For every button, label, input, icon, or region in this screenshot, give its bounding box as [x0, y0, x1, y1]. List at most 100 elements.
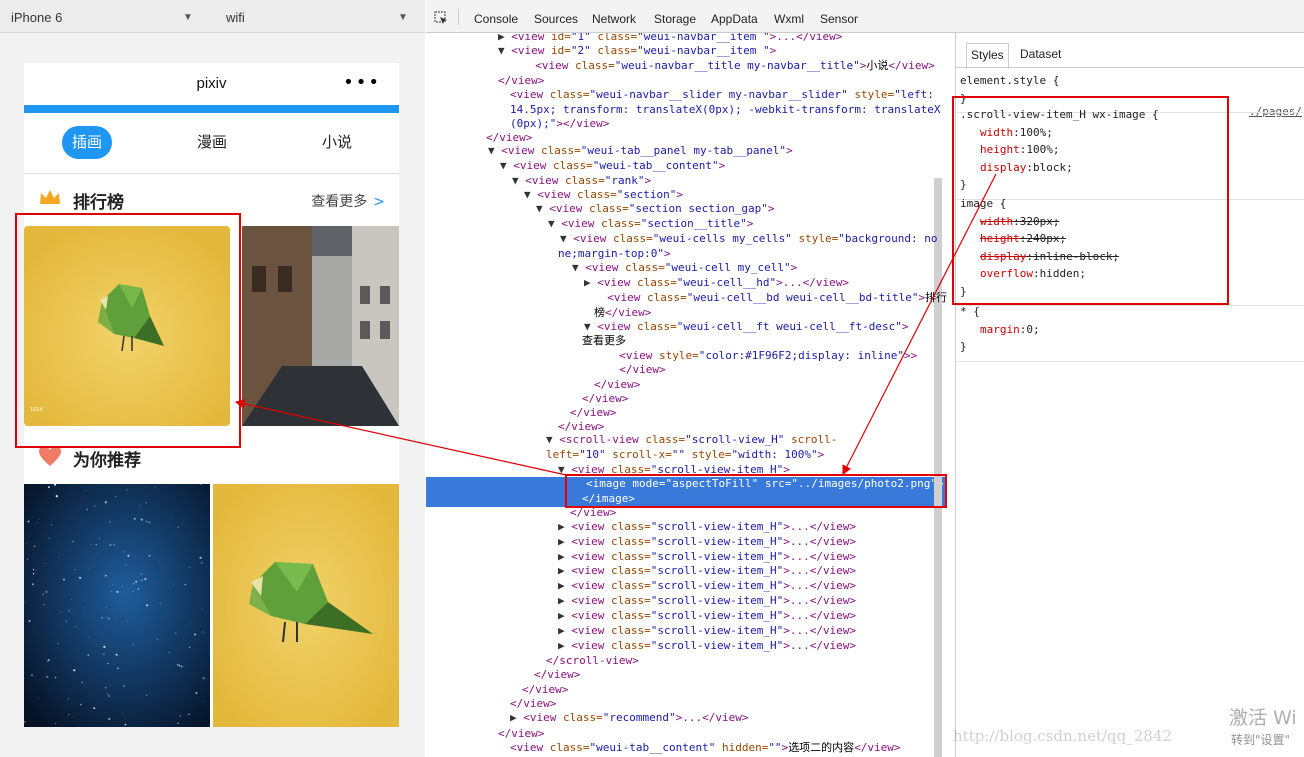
css-selector: } [960, 284, 967, 298]
css-declaration: display:inline-block; [980, 249, 1120, 263]
tab-wxml[interactable]: Wxml [774, 12, 804, 26]
css-declaration: width:320px; [980, 214, 1060, 228]
wxml-node-line[interactable]: <view style="color:#1F96F2;display: inli… [606, 349, 917, 364]
wxml-node-line[interactable]: ▶ <view class="scroll-view-item_H">...</… [558, 564, 856, 579]
recommend-image-space[interactable] [24, 484, 210, 727]
tab-network[interactable]: Network [592, 12, 636, 26]
cursor-select-icon[interactable] [434, 11, 448, 25]
chevron-down-icon: ▼ [398, 12, 408, 23]
wxml-node-line[interactable]: </view> [498, 727, 544, 742]
wxml-node-line[interactable]: ▼ <scroll-view class="scroll-view_H" scr… [546, 433, 837, 448]
tab-dataset[interactable]: Dataset [1016, 43, 1065, 67]
wxml-node-line[interactable]: </view> [534, 668, 580, 683]
tab-illustration[interactable]: 插画 [62, 126, 112, 159]
tab-console[interactable]: Console [474, 12, 518, 26]
wxml-node-line[interactable]: ▶ <view class="scroll-view-item_H">...</… [558, 535, 856, 550]
wxml-node-line[interactable]: 14.5px; transform: translateX(0px); -web… [510, 103, 940, 118]
wxml-node-line[interactable]: <view class="weui-navbar__title my-navba… [522, 59, 935, 74]
tab-sources[interactable]: Sources [534, 12, 578, 26]
css-selector: * { [960, 305, 980, 318]
crown-icon [40, 190, 60, 204]
wxml-node-line[interactable]: left="10" scroll-x="" style="width: 100%… [546, 448, 824, 463]
wxml-node-line[interactable]: </view> [570, 506, 616, 521]
tab-sensor[interactable]: Sensor [820, 12, 858, 26]
wxml-node-line[interactable]: ▶ <view class="scroll-view-item_H">...</… [558, 520, 856, 535]
rank-image-bird[interactable]: 1024 [24, 226, 230, 426]
wxml-node-line[interactable]: <view class="weui-tab__content" hidden="… [510, 741, 901, 756]
wxml-node-line[interactable]: ▼ <view class="scroll-view-item_H"> [558, 463, 790, 478]
rank-title: 排行榜 [73, 193, 124, 213]
tab-novel[interactable]: 小说 [312, 126, 362, 159]
tab-appdata[interactable]: AppData [711, 12, 758, 26]
wxml-node-line[interactable]: ▼ <view class="weui-cells my_cells" styl… [560, 232, 938, 247]
space-photo [24, 484, 210, 727]
css-selector: } [960, 178, 967, 191]
bird-illustration: 1024 [24, 226, 230, 426]
wxml-node-line[interactable]: ▼ <view class="section"> [524, 188, 683, 203]
wxml-node-line[interactable]: ▶ <view class="scroll-view-item_H">...</… [558, 609, 856, 624]
wxml-node-line[interactable]: ▼ <view id="2" class="weui-navbar__item … [498, 44, 776, 59]
see-more-link[interactable]: 查看更多 > [311, 191, 385, 211]
css-declaration: margin:0; [980, 322, 1040, 336]
css-rule[interactable]: * {margin:0;} [956, 301, 1304, 362]
elements-scrollbar[interactable] [934, 178, 942, 757]
wxml-node-line[interactable]: ▼ <view class="weui-tab__content"> [500, 159, 725, 174]
wxml-node-line[interactable]: (0px);"></view> [510, 117, 609, 132]
wxml-node-line[interactable]: </view> [570, 406, 616, 421]
wxml-node-line[interactable]: ne;margin-top:0"> [558, 247, 671, 262]
wxml-node-line[interactable]: </view> [606, 363, 665, 378]
wxml-node-line[interactable]: </view> [510, 697, 556, 712]
wxml-node-line[interactable]: ▼ <view class="section section_gap"> [536, 202, 774, 217]
device-select[interactable]: iPhone 6 ▼ [11, 0, 201, 33]
wxml-node-line[interactable]: </view> [522, 683, 568, 698]
wxml-node-line[interactable]: ▼ <view class="section__title"> [548, 217, 753, 232]
heart-icon [39, 446, 61, 466]
wxml-node-line[interactable]: ▼ <view class="weui-cell__ft weui-cell__… [584, 320, 909, 335]
css-selector: element.style { [960, 74, 1060, 87]
wxml-elements-panel[interactable]: <image mode="aspectToFill" src="../image… [426, 33, 954, 757]
wxml-node-line[interactable]: ▶ <view class="scroll-view-item_H">...</… [558, 624, 856, 639]
toolbar-divider [458, 9, 459, 25]
wxml-node-line[interactable]: </view> [498, 74, 544, 89]
simulator-toolbar: iPhone 6 ▼ wifi ▼ [0, 0, 425, 33]
wxml-node-line[interactable]: 查看更多 [582, 334, 626, 349]
css-declaration: height:100%; [980, 143, 1060, 156]
rank-image-street[interactable] [242, 226, 399, 426]
chevron-down-icon: ▼ [183, 12, 193, 23]
wxml-node-line[interactable]: </view> [594, 378, 640, 393]
tab-storage[interactable]: Storage [654, 12, 696, 26]
wxml-node-line[interactable]: ▼ <view class="weui-cell my_cell"> [572, 261, 797, 276]
styles-panel: Styles Dataset ./pages/ element.style {}… [955, 33, 1304, 757]
tab-styles[interactable]: Styles [966, 43, 1009, 69]
css-rule[interactable]: image {width:320px; height:240px; display:… [956, 193, 1304, 306]
wxml-node-line[interactable]: </scroll-view> [546, 654, 639, 669]
wxml-node-line[interactable]: ▶ <view class="scroll-view-item_H">...</… [558, 550, 856, 565]
css-declaration: display:block; [980, 160, 1073, 174]
css-declaration: height:240px; [980, 232, 1067, 245]
wxml-node-line[interactable]: ▼ <view class="rank"> [512, 174, 651, 189]
wxml-node-line[interactable]: ▼ <view class="weui-tab__panel my-tab__p… [488, 144, 793, 159]
css-selector: .scroll-view-item_H wx-image { [960, 108, 1159, 121]
network-select[interactable]: wifi ▼ [226, 0, 416, 33]
more-menu-icon[interactable]: ••• [343, 72, 381, 93]
navigation-bar: pixiv ••• [24, 63, 399, 105]
wxml-node-line[interactable]: <view class="weui-cell__bd weui-cell__bd… [594, 291, 947, 306]
wxml-node-line[interactable]: ▶ <view class="scroll-view-item_H">...</… [558, 639, 856, 654]
wxml-node-line[interactable]: <image mode="aspectToFill" src="../image… [586, 477, 944, 492]
wxml-node-line[interactable]: </image> [582, 492, 635, 507]
css-declaration: width:100%; [980, 125, 1053, 139]
css-rule[interactable]: .scroll-view-item_H wx-image { width:100%… [956, 104, 1304, 200]
wxml-node-line[interactable]: <view class="weui-navbar__slider my-navb… [510, 88, 934, 103]
wxml-node-line[interactable]: ▶ <view class="scroll-view-item_H">...</… [558, 579, 856, 594]
windows-activation-title: 激活 Wi [1229, 707, 1297, 729]
recommend-image-bird[interactable] [213, 484, 399, 727]
wxml-node-line[interactable]: 榜</view> [594, 306, 651, 321]
tab-manga[interactable]: 漫画 [187, 126, 237, 159]
wxml-node-line[interactable]: ▶ <view class="recommend">...</view> [510, 711, 748, 726]
network-select-label: wifi [226, 10, 245, 25]
wxml-node-line[interactable]: ▶ <view class="weui-cell__hd">...</view> [584, 276, 849, 291]
wxml-node-line[interactable]: </view> [582, 392, 628, 407]
nav-accent-bar [24, 105, 399, 113]
chevron-right-icon: > [373, 194, 385, 210]
wxml-node-line[interactable]: ▶ <view class="scroll-view-item_H">...</… [558, 594, 856, 609]
